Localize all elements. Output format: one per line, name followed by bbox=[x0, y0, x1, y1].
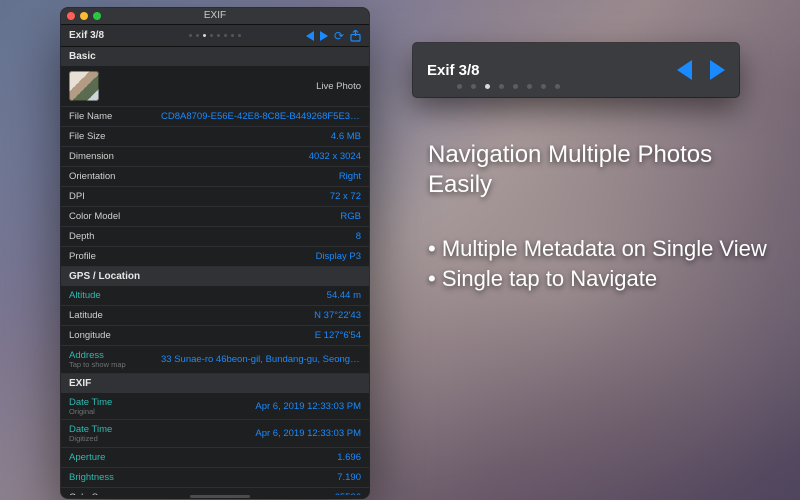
value: Apr 6, 2019 12:33:03 PM bbox=[255, 428, 361, 439]
value: CD8A8709-E56E-42E8-8C8E-B449268F5E3F.jpe… bbox=[161, 111, 361, 122]
label: File Size bbox=[69, 131, 105, 142]
promo-nav-capsule: Exif 3/8 bbox=[413, 43, 739, 97]
prev-photo-button[interactable] bbox=[306, 31, 314, 41]
label: Color Model bbox=[69, 211, 120, 222]
section-header-gps: GPS / Location bbox=[61, 267, 369, 286]
value: E 127°6'54 bbox=[315, 330, 361, 341]
close-button[interactable] bbox=[67, 12, 75, 20]
row-dpi[interactable]: DPI 72 x 72 bbox=[61, 187, 369, 207]
value: Apr 6, 2019 12:33:03 PM bbox=[255, 401, 361, 412]
section-header-exif: EXIF bbox=[61, 374, 369, 393]
value: 33 Sunae-ro 46beon-gil, Bundang-gu, Seon… bbox=[161, 354, 361, 365]
share-icon[interactable] bbox=[350, 30, 361, 42]
promo-index-label: Exif 3/8 bbox=[427, 62, 480, 79]
value: 8 bbox=[356, 231, 361, 242]
label: Brightness bbox=[69, 472, 114, 483]
label: Orientation bbox=[69, 171, 115, 182]
label: Aperture bbox=[69, 452, 105, 463]
row-colorspace[interactable]: ColorSpace 65536 bbox=[61, 488, 369, 495]
refresh-icon[interactable]: ⟳ bbox=[334, 30, 344, 42]
label: Latitude bbox=[69, 310, 103, 321]
promo-page-indicator bbox=[457, 84, 560, 89]
thumbnail-row[interactable]: Live Photo bbox=[61, 66, 369, 107]
marketing-bullet-2: • Single tap to Navigate bbox=[428, 264, 768, 294]
row-color-model[interactable]: Color Model RGB bbox=[61, 207, 369, 227]
label: Date Time Digitized bbox=[69, 424, 112, 443]
label: Depth bbox=[69, 231, 94, 242]
value: N 37°22'43 bbox=[314, 310, 361, 321]
row-orientation[interactable]: Orientation Right bbox=[61, 167, 369, 187]
row-depth[interactable]: Depth 8 bbox=[61, 227, 369, 247]
value: 4.6 MB bbox=[331, 131, 361, 142]
row-datetime-original[interactable]: Date Time Original Apr 6, 2019 12:33:03 … bbox=[61, 393, 369, 421]
exif-app-window: EXIF Exif 3/8 ⟳ Basic bbox=[61, 8, 369, 498]
horizontal-scrollbar[interactable] bbox=[61, 495, 369, 498]
row-aperture[interactable]: Aperture 1.696 bbox=[61, 448, 369, 468]
label: File Name bbox=[69, 111, 112, 122]
label: Profile bbox=[69, 251, 96, 262]
photo-thumbnail[interactable] bbox=[69, 71, 99, 101]
window-traffic-lights bbox=[67, 12, 101, 20]
row-dimension[interactable]: Dimension 4032 x 3024 bbox=[61, 147, 369, 167]
live-photo-badge: Live Photo bbox=[316, 81, 361, 92]
photo-index-label: Exif 3/8 bbox=[69, 30, 104, 41]
row-file-size[interactable]: File Size 4.6 MB bbox=[61, 127, 369, 147]
label: Address Tap to show map bbox=[69, 350, 126, 369]
row-altitude[interactable]: Altitude 54.44 m bbox=[61, 286, 369, 306]
value: RGB bbox=[340, 211, 361, 222]
next-photo-button[interactable] bbox=[320, 31, 328, 41]
minimize-button[interactable] bbox=[80, 12, 88, 20]
value: 7.190 bbox=[337, 472, 361, 483]
row-profile[interactable]: Profile Display P3 bbox=[61, 247, 369, 267]
titlebar: EXIF bbox=[61, 8, 369, 25]
window-title: EXIF bbox=[61, 10, 369, 21]
label: DPI bbox=[69, 191, 85, 202]
label: Altitude bbox=[69, 290, 101, 301]
value: Display P3 bbox=[316, 251, 361, 262]
row-latitude[interactable]: Latitude N 37°22'43 bbox=[61, 306, 369, 326]
label: Dimension bbox=[69, 151, 114, 162]
value: Right bbox=[339, 171, 361, 182]
row-longitude[interactable]: Longitude E 127°6'54 bbox=[61, 326, 369, 346]
metadata-scroll[interactable]: Basic Live Photo File Name CD8A8709-E56E… bbox=[61, 47, 369, 495]
marketing-headline: Navigation Multiple Photos Easily bbox=[428, 140, 768, 200]
row-datetime-digitized[interactable]: Date Time Digitized Apr 6, 2019 12:33:03… bbox=[61, 420, 369, 448]
value: 54.44 m bbox=[327, 290, 361, 301]
promo-next-button[interactable] bbox=[710, 60, 725, 80]
promo-prev-button[interactable] bbox=[677, 60, 692, 80]
row-file-name[interactable]: File Name CD8A8709-E56E-42E8-8C8E-B44926… bbox=[61, 107, 369, 127]
value: 72 x 72 bbox=[330, 191, 361, 202]
toolbar: Exif 3/8 ⟳ bbox=[61, 25, 369, 47]
section-header-basic: Basic bbox=[61, 47, 369, 66]
row-address[interactable]: Address Tap to show map 33 Sunae-ro 46be… bbox=[61, 346, 369, 374]
marketing-copy: Navigation Multiple Photos Easily • Mult… bbox=[428, 140, 768, 293]
value: 1.696 bbox=[337, 452, 361, 463]
label: Longitude bbox=[69, 330, 111, 341]
row-brightness[interactable]: Brightness 7.190 bbox=[61, 468, 369, 488]
maximize-button[interactable] bbox=[93, 12, 101, 20]
value: 4032 x 3024 bbox=[309, 151, 361, 162]
label: Date Time Original bbox=[69, 397, 112, 416]
marketing-bullet-1: • Multiple Metadata on Single View bbox=[428, 234, 768, 264]
